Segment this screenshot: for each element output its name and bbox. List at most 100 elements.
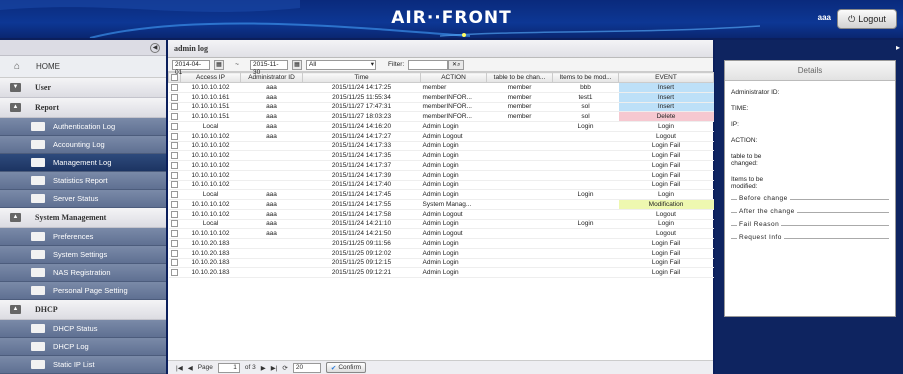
column-header[interactable]: EVENT	[618, 72, 714, 83]
confirm-button[interactable]: ✔ Confirm	[325, 362, 367, 373]
table-row[interactable]: 10.10.10.102 2015/11/24 14:17:40 Admin Log…	[168, 180, 714, 191]
row-checkbox[interactable]	[168, 111, 181, 122]
sidebar-item-label: Personal Page Setting	[53, 286, 128, 295]
date-from-input[interactable]: 2014-04-01	[172, 59, 210, 76]
refresh-icon[interactable]: ⟳	[282, 364, 287, 372]
row-checkbox[interactable]	[168, 258, 181, 269]
row-checkbox[interactable]	[168, 219, 181, 230]
table-row[interactable]: 10.10.10.102 aaa 2015/11/24 14:17:55 System…	[168, 199, 714, 210]
sidebar-item-personal-page-setting[interactable]: Personal Page Setting	[0, 282, 166, 300]
sidebar-section-report[interactable]: ▲ Report	[0, 98, 166, 118]
sidebar-item-statistics-report[interactable]: Statistics Report	[0, 172, 166, 190]
column-header[interactable]: table to be chan...	[486, 72, 553, 83]
column-header[interactable]: Access IP	[180, 72, 241, 83]
filter-input[interactable]	[408, 59, 449, 70]
collapse-icon: ▲	[10, 213, 21, 222]
row-checkbox[interactable]	[168, 199, 181, 210]
logout-button[interactable]: ⏻ Logout	[837, 9, 897, 29]
next-page-icon[interactable]: ▶	[261, 364, 266, 372]
table-row[interactable]: 10.10.10.102 aaa 2015/11/24 14:17:27 Admin …	[168, 131, 714, 142]
clear-search-icon[interactable]: ✕⌕	[448, 59, 465, 70]
row-checkbox[interactable]	[168, 189, 181, 200]
table-row[interactable]: 10.10.20.183 2015/11/25 09:11:56 Admin Log…	[168, 238, 714, 249]
table-row[interactable]: 10.10.10.102 2015/11/24 14:17:35 Admin Log…	[168, 150, 714, 161]
table-row[interactable]: 10.10.10.102 2015/11/24 14:17:37 Admin Log…	[168, 160, 714, 171]
table-row[interactable]: 10.10.10.102 aaa 2015/11/24 14:17:58 Admin …	[168, 209, 714, 220]
column-header[interactable]: Administrator ID	[240, 72, 303, 83]
first-page-icon[interactable]: |◀	[176, 364, 183, 372]
sidebar-item-dhcp-status[interactable]: DHCP Status	[0, 320, 166, 338]
row-checkbox[interactable]	[168, 82, 181, 93]
row-checkbox[interactable]	[168, 180, 181, 191]
row-checkbox[interactable]	[168, 121, 181, 132]
table-cell: 2015/11/24 14:17:45	[302, 189, 421, 200]
sidebar-item-home[interactable]: ⌂ HOME	[0, 56, 166, 78]
sidebar-item-nas-registration[interactable]: NAS Registration	[0, 264, 166, 282]
table-cell: aaa	[240, 102, 303, 113]
table-row[interactable]: Local aaa 2015/11/24 14:16:20 Admin Login Lo…	[168, 121, 714, 132]
sidebar-item-management-log[interactable]: Management Log	[0, 154, 166, 172]
last-page-icon[interactable]: ▶|	[271, 364, 278, 372]
table-row[interactable]: 10.10.10.102 aaa 2015/11/24 14:21:50 Admin …	[168, 228, 714, 239]
table-cell: aaa	[240, 131, 303, 142]
collapse-sidebar-icon[interactable]: ◀	[150, 43, 160, 53]
row-checkbox[interactable]	[168, 141, 181, 152]
type-select[interactable]: All ▾	[306, 59, 376, 70]
table-cell: 10.10.10.102	[180, 141, 241, 152]
column-header[interactable]: Time	[302, 72, 421, 83]
row-checkbox[interactable]	[168, 248, 181, 259]
table-cell	[486, 141, 553, 152]
table-row[interactable]: 10.10.10.102 aaa 2015/11/24 14:17:25 member…	[168, 82, 714, 93]
row-checkbox[interactable]	[168, 170, 181, 181]
table-row[interactable]: Local aaa 2015/11/24 14:21:10 Admin Login Lo…	[168, 219, 714, 230]
table-row[interactable]: 10.10.20.183 2015/11/25 09:12:21 Admin Log…	[168, 267, 714, 278]
table-row[interactable]: 10.10.10.161 aaa 2015/11/25 11:55:34 member…	[168, 92, 714, 103]
table-row[interactable]: 10.10.10.151 aaa 2015/11/27 17:47:31 member…	[168, 102, 714, 113]
sidebar-item-authentication-log[interactable]: Authentication Log	[0, 118, 166, 136]
date-to-input[interactable]: 2015-11-30	[250, 59, 288, 76]
table-cell: Login Fail	[618, 160, 714, 171]
sidebar-section-user[interactable]: ▼ User	[0, 78, 166, 98]
table-cell	[552, 150, 619, 161]
table-row[interactable]: 10.10.10.151 aaa 2015/11/27 18:03:23 member…	[168, 111, 714, 122]
sidebar-section-dhcp[interactable]: ▲ DHCP	[0, 300, 166, 320]
table-cell: Login Fail	[618, 238, 714, 249]
sidebar-item-static-ip-list[interactable]: Static IP List	[0, 356, 166, 374]
row-checkbox[interactable]	[168, 267, 181, 278]
table-row[interactable]: 10.10.20.183 2015/11/25 09:12:15 Admin Log…	[168, 258, 714, 269]
table-row[interactable]: 10.10.10.102 2015/11/24 14:17:39 Admin Log…	[168, 170, 714, 181]
row-checkbox[interactable]	[168, 160, 181, 171]
prev-page-icon[interactable]: ◀	[188, 364, 193, 372]
gear-icon	[31, 232, 45, 241]
row-checkbox[interactable]	[168, 209, 181, 220]
home-icon: ⌂	[14, 60, 21, 72]
table-cell	[486, 267, 553, 278]
sidebar-item-server-status[interactable]: Server Status	[0, 190, 166, 208]
sidebar-item-dhcp-log[interactable]: DHCP Log	[0, 338, 166, 356]
row-checkbox[interactable]	[168, 150, 181, 161]
page-input[interactable]: 1	[217, 362, 240, 373]
column-header[interactable]: ACTION	[420, 72, 487, 83]
column-header[interactable]: Items to be mod...	[552, 72, 619, 83]
table-cell	[552, 209, 619, 220]
row-checkbox[interactable]	[168, 92, 181, 103]
table-cell: Login Fail	[618, 180, 714, 191]
sidebar-section-system-management[interactable]: ▲ System Management	[0, 208, 166, 228]
sidebar-item-preferences[interactable]: Preferences	[0, 228, 166, 246]
table-row[interactable]: 10.10.10.102 2015/11/24 14:17:33 Admin Log…	[168, 141, 714, 152]
calendar-icon[interactable]: ▦	[292, 59, 302, 70]
row-checkbox[interactable]	[168, 131, 181, 142]
panel-toggle-icon[interactable]: ▸	[896, 43, 900, 52]
table-cell	[240, 267, 303, 278]
table-row[interactable]: 10.10.20.183 2015/11/25 09:12:02 Admin Log…	[168, 248, 714, 259]
table-cell: aaa	[240, 121, 303, 132]
table-cell: Login Fail	[618, 258, 714, 269]
row-checkbox[interactable]	[168, 238, 181, 249]
row-checkbox[interactable]	[168, 102, 181, 113]
calendar-icon[interactable]: ▦	[214, 59, 224, 70]
sidebar-item-system-settings[interactable]: System Settings	[0, 246, 166, 264]
table-row[interactable]: Local aaa 2015/11/24 14:17:45 Admin Login Lo…	[168, 189, 714, 200]
sidebar-item-accounting-log[interactable]: Accounting Log	[0, 136, 166, 154]
row-checkbox[interactable]	[168, 228, 181, 239]
page-size-input[interactable]: 20	[292, 362, 321, 373]
